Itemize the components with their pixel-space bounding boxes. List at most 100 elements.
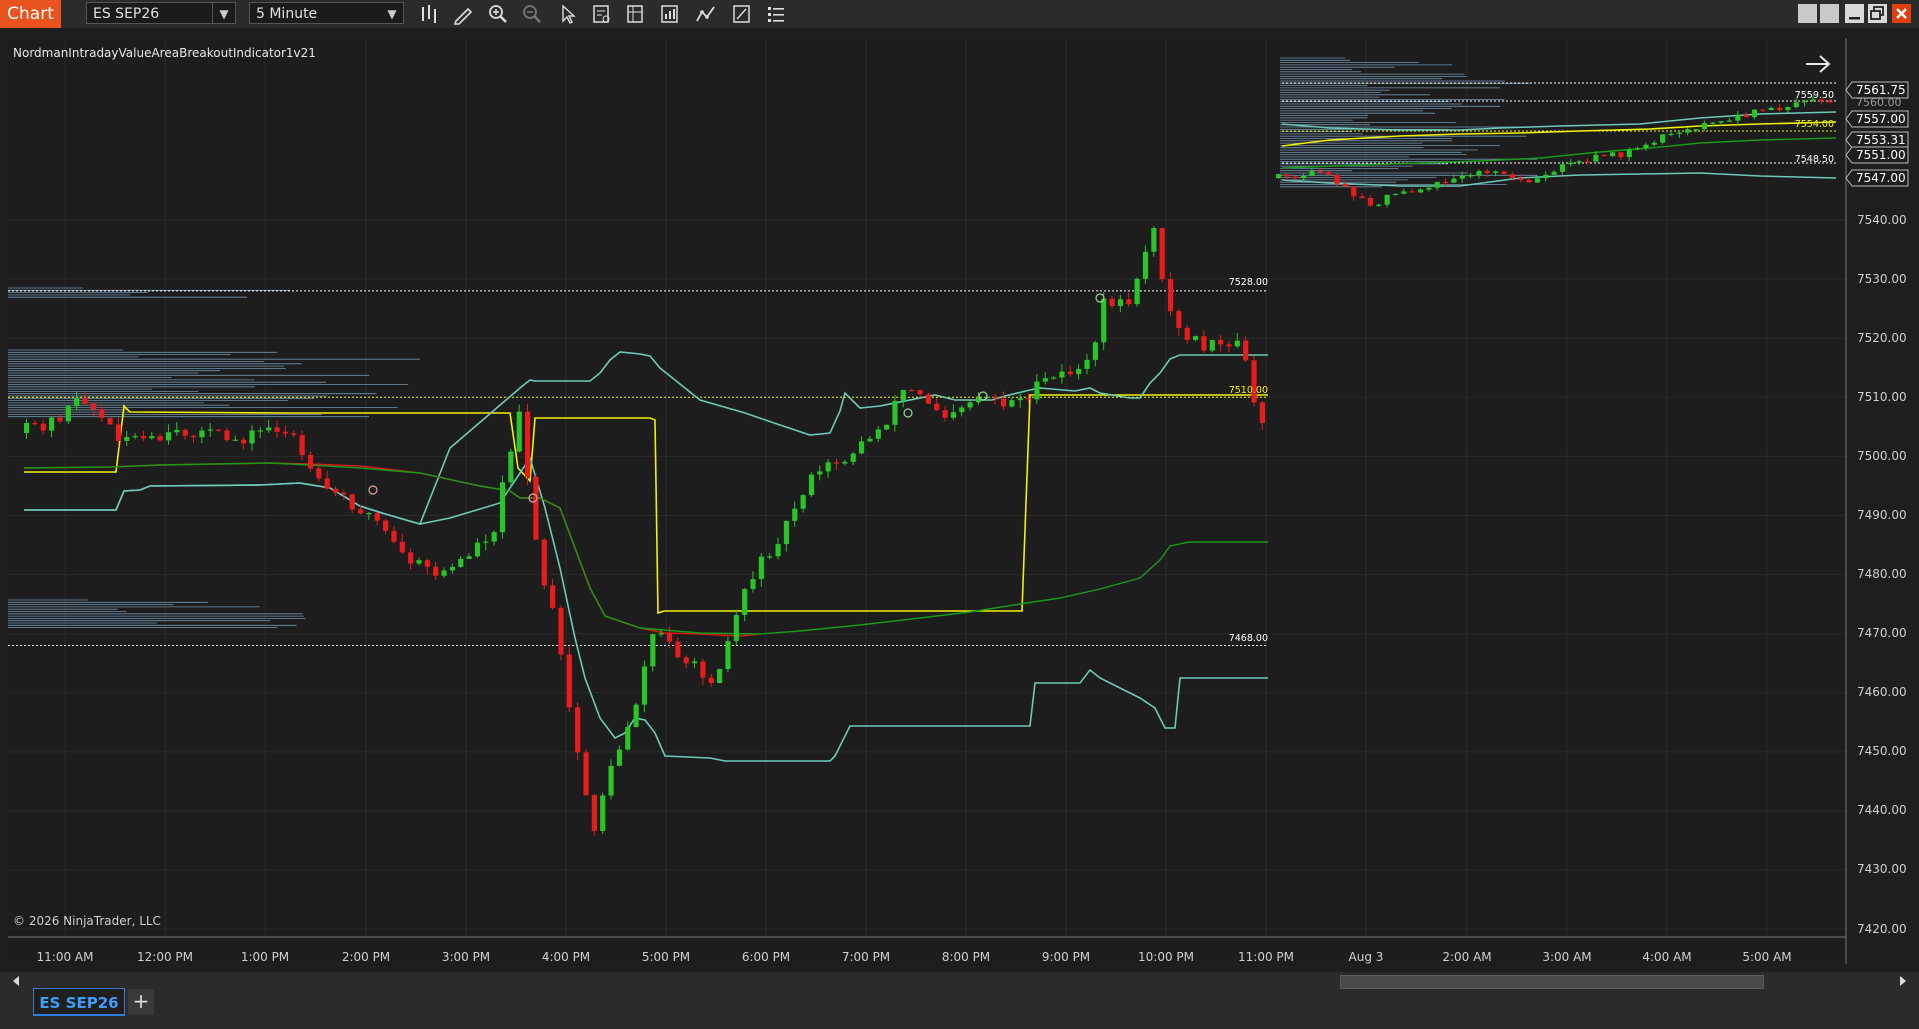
menu-list-icon[interactable] (764, 3, 788, 25)
candle-up (1101, 298, 1107, 343)
candle-up (1376, 204, 1382, 206)
candle-up (1076, 368, 1082, 375)
close-icon[interactable] (1892, 4, 1911, 23)
candle-down (1827, 101, 1833, 103)
candle-down (1334, 174, 1340, 184)
candle-up (1668, 133, 1674, 135)
candle-down (216, 429, 222, 431)
candle-down (583, 752, 589, 796)
price-tag-label: 7561.75 (1856, 83, 1906, 97)
candle-up (1209, 339, 1215, 351)
candle-up (1685, 129, 1691, 133)
candle-up (1718, 121, 1724, 123)
candle-up (1017, 398, 1023, 401)
candle-down (1251, 360, 1257, 403)
candle-down (833, 462, 840, 464)
chevron-down-icon[interactable]: ▼ (381, 3, 403, 23)
x-tick-label: 10:00 PM (1138, 950, 1194, 964)
add-tab-button[interactable]: + (128, 989, 154, 1015)
scroll-right-icon[interactable] (1897, 974, 1909, 988)
templates-icon[interactable] (730, 3, 754, 25)
candle-up (1117, 299, 1124, 307)
candle-down (683, 657, 689, 664)
instrument-selector[interactable]: ES SEP26 ▼ (86, 2, 236, 24)
bar-type-icon[interactable] (418, 3, 442, 25)
candle-down (675, 641, 681, 658)
candle-down (550, 585, 556, 608)
scroll-left-icon[interactable] (10, 974, 22, 988)
candle-down (1317, 171, 1323, 173)
candle-down (391, 530, 397, 542)
chevron-down-icon[interactable]: ▼ (212, 3, 235, 23)
candle-up (1392, 193, 1399, 196)
candle-up (1676, 132, 1682, 134)
y-tick-label: 7530.00 (1857, 272, 1907, 286)
candle-up (1793, 102, 1799, 108)
candle-up (725, 641, 731, 670)
candle-up (266, 427, 272, 431)
candle-down (1167, 279, 1174, 312)
candle-up (742, 589, 748, 615)
chart-title-tab[interactable]: Chart (0, 0, 61, 28)
candle-up (842, 461, 848, 464)
candle-down (332, 488, 339, 493)
candle-up (625, 727, 631, 750)
indicators-icon[interactable] (694, 3, 718, 25)
candle-down (1226, 344, 1232, 347)
candle-down (1243, 340, 1249, 361)
y-tick-label: 7430.00 (1857, 862, 1907, 876)
draw-pencil-icon[interactable] (452, 3, 476, 25)
candle-up (1084, 359, 1090, 369)
candle-down (349, 494, 355, 510)
y-tick-label: 7520.00 (1857, 331, 1907, 345)
level-label: 7554.00 (1795, 119, 1834, 130)
price-tag-label: 7547.00 (1856, 171, 1906, 185)
x-tick-label: 4:00 AM (1642, 950, 1691, 964)
candle-up (859, 441, 865, 454)
candle-down (383, 520, 389, 531)
candle-down (992, 396, 998, 399)
candle-up (232, 439, 238, 441)
zoom-in-icon[interactable] (486, 3, 510, 25)
pointer-icon[interactable] (556, 3, 580, 25)
x-tick-label: 2:00 AM (1442, 950, 1491, 964)
level-label: 7528.00 (1229, 277, 1268, 288)
candle-down (1409, 191, 1415, 193)
candle-up (1151, 228, 1157, 252)
candle-up (1751, 109, 1758, 118)
candle-up (508, 451, 514, 483)
candle-up (767, 556, 773, 558)
maximize-icon[interactable] (1868, 4, 1887, 23)
restore-icon[interactable] (1798, 4, 1817, 23)
candle-up (658, 633, 664, 635)
x-tick-label: 4:00 PM (542, 950, 590, 964)
candle-up (1693, 129, 1699, 131)
maximize-all-icon[interactable] (1820, 4, 1839, 23)
properties-icon[interactable] (624, 3, 648, 25)
y-tick-label: 7480.00 (1857, 567, 1907, 581)
strategies-icon[interactable] (658, 3, 682, 25)
y-tick-label: 7500.00 (1857, 449, 1907, 463)
price-chart[interactable]: NordmanIntradayValueAreaBreakoutIndicato… (0, 28, 1919, 972)
scrollbar-thumb[interactable] (1340, 975, 1764, 989)
instrument-tab[interactable]: ES SEP26 (33, 988, 125, 1016)
price-tag-mid: 7553.31 (1845, 131, 1909, 149)
candle-down (57, 417, 63, 422)
candle-up (1009, 400, 1015, 407)
data-box-icon[interactable] (590, 3, 614, 25)
minimize-icon[interactable] (1845, 4, 1864, 23)
instrument-value: ES SEP26 (93, 6, 160, 22)
x-tick-label: 6:00 PM (742, 950, 790, 964)
candle-up (1301, 175, 1307, 179)
candle-up (1051, 377, 1057, 379)
candle-down (358, 509, 364, 514)
candle-down (1109, 298, 1115, 307)
price-tag-label: 7560.00 (1856, 96, 1902, 109)
price-tag-label: 7551.00 (1856, 148, 1906, 162)
candle-up (24, 422, 30, 433)
candle-down (299, 435, 305, 456)
candle-down (282, 431, 289, 434)
zoom-out-icon[interactable] (520, 3, 544, 25)
candle-up (1468, 175, 1474, 177)
interval-selector[interactable]: 5 Minute ▼ (249, 2, 404, 24)
